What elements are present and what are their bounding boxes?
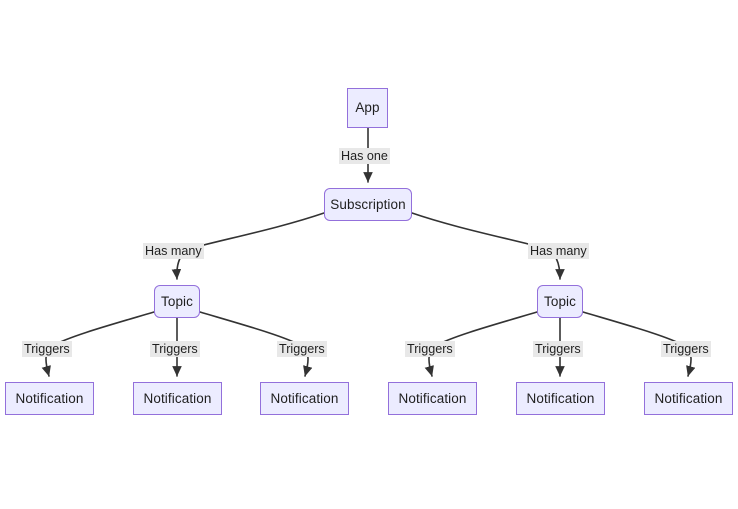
node-n3[interactable]: Notification bbox=[260, 382, 349, 415]
edge-label-e-sub-topicL: Has many bbox=[143, 243, 204, 260]
node-sub[interactable]: Subscription bbox=[324, 188, 412, 221]
edge-label-e-topicL-n3: Triggers bbox=[277, 341, 327, 358]
node-n2[interactable]: Notification bbox=[133, 382, 222, 415]
node-label: App bbox=[355, 100, 380, 116]
edge-label-e-topicR-n5: Triggers bbox=[533, 341, 583, 358]
edge-label-e-topicR-n6: Triggers bbox=[661, 341, 711, 358]
node-label: Notification bbox=[398, 390, 467, 406]
node-topicL[interactable]: Topic bbox=[154, 285, 200, 318]
node-n5[interactable]: Notification bbox=[516, 382, 605, 415]
node-n1[interactable]: Notification bbox=[5, 382, 94, 415]
edge-layer bbox=[41, 127, 696, 377]
node-label: Notification bbox=[15, 390, 84, 406]
edge-label-e-topicL-n2: Triggers bbox=[150, 341, 200, 358]
node-n4[interactable]: Notification bbox=[388, 382, 477, 415]
node-label: Topic bbox=[160, 293, 193, 309]
node-label: Notification bbox=[654, 390, 723, 406]
node-n6[interactable]: Notification bbox=[644, 382, 733, 415]
node-label: Notification bbox=[143, 390, 212, 406]
node-label: Notification bbox=[526, 390, 595, 406]
edge-label-e-sub-topicR: Has many bbox=[528, 243, 589, 260]
node-label: Topic bbox=[543, 293, 576, 309]
edge-label-e-topicL-n1: Triggers bbox=[22, 341, 72, 358]
edge-label-e-app-sub: Has one bbox=[339, 148, 390, 165]
node-app[interactable]: App bbox=[347, 88, 388, 128]
node-label: Notification bbox=[270, 390, 339, 406]
node-topicR[interactable]: Topic bbox=[537, 285, 583, 318]
node-label: Subscription bbox=[330, 196, 406, 212]
flowchart-diagram: App Subscription Topic Topic Notification Not… bbox=[0, 0, 738, 509]
edge-label-e-topicR-n4: Triggers bbox=[405, 341, 455, 358]
